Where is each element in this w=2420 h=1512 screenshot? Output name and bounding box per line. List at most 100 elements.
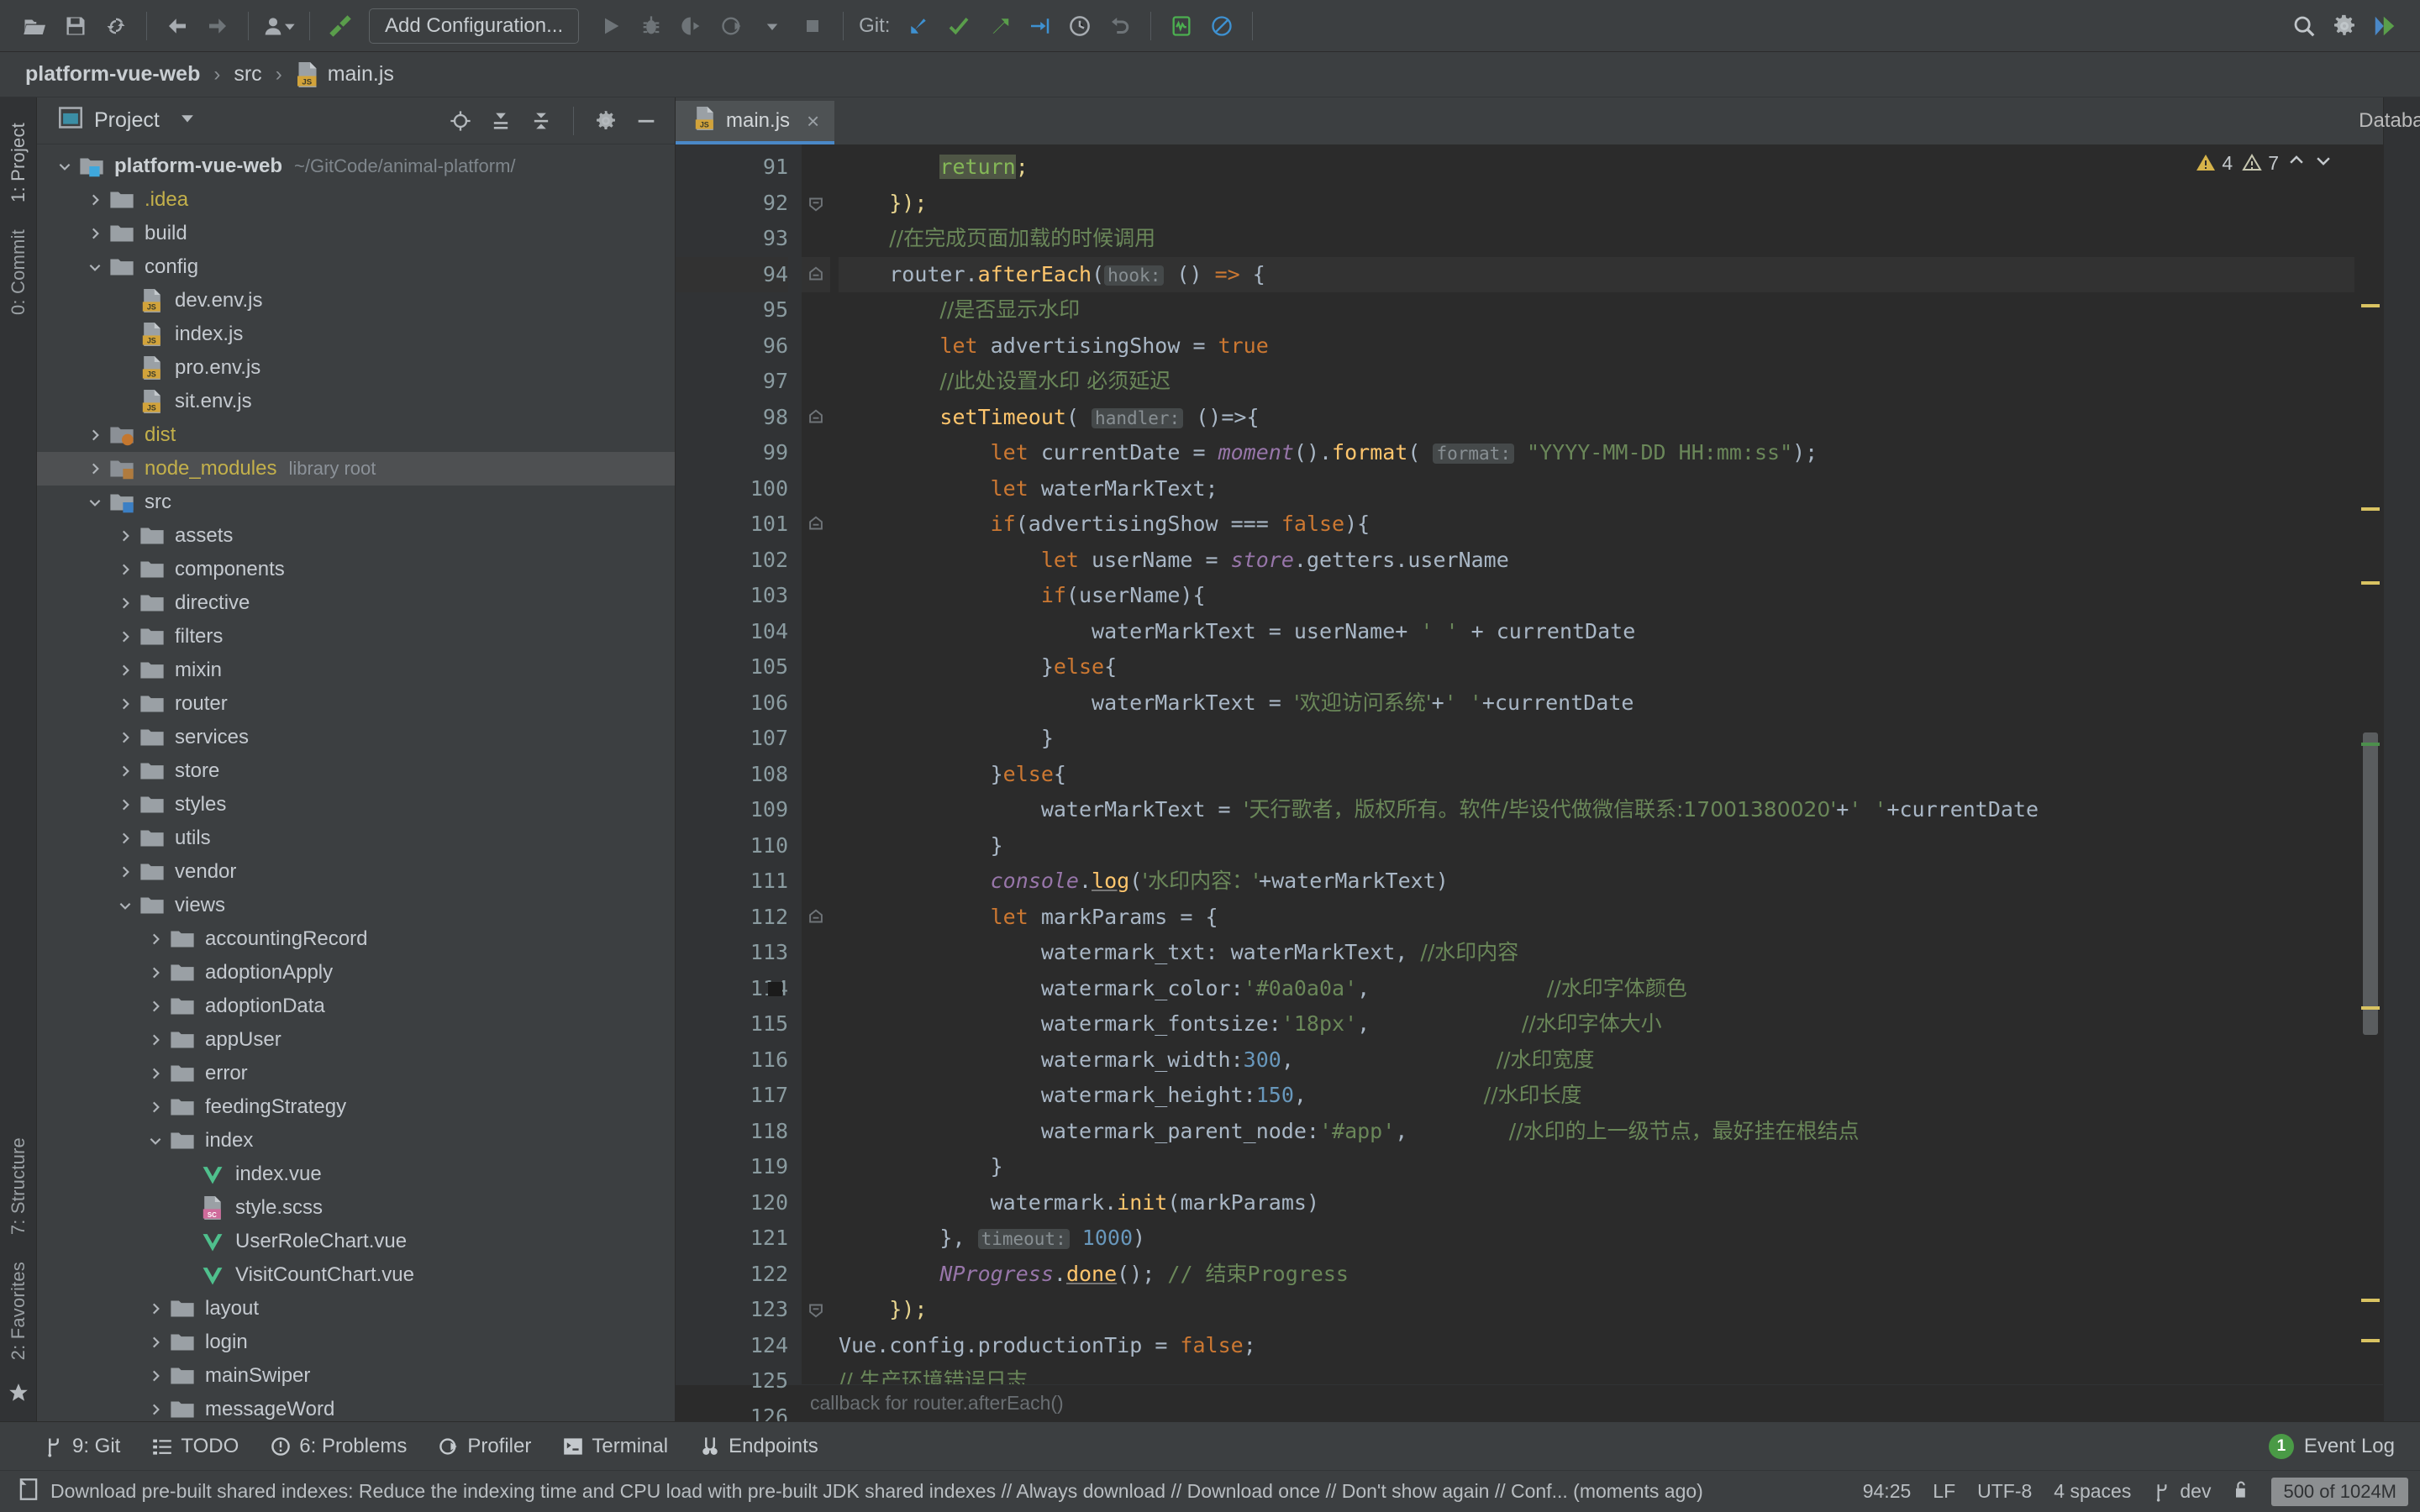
code-line[interactable]: // 生产环境错误日志 [839, 1363, 2354, 1384]
read-only-lock-icon[interactable] [2233, 1479, 2249, 1504]
chevron-right-icon[interactable] [143, 1335, 168, 1350]
tree-row[interactable]: accountingRecord [37, 922, 675, 956]
tree-row[interactable]: store [37, 754, 675, 788]
fold-marker[interactable] [802, 864, 830, 900]
tool-window-endpoints[interactable]: Endpoints [700, 1435, 818, 1458]
tree-row[interactable]: index [37, 1124, 675, 1158]
code-line[interactable]: if(userName){ [839, 578, 2354, 614]
code-line[interactable]: let currentDate = moment().format( forma… [839, 435, 2354, 471]
chevron-right-icon[interactable] [113, 797, 138, 812]
fold-marker[interactable] [802, 1221, 830, 1257]
expand-all-icon[interactable] [482, 102, 519, 139]
chevron-right-icon[interactable] [113, 596, 138, 611]
tool-window-git[interactable]: 9: Git [44, 1435, 120, 1458]
code-line[interactable]: Vue.config.productionTip = false; [839, 1328, 2354, 1364]
tree-row[interactable]: VisitCountChart.vue [37, 1258, 675, 1292]
status-message[interactable]: Download pre-built shared indexes: Reduc… [50, 1480, 1703, 1503]
code-line[interactable]: watermark_height:150, //水印长度 [839, 1078, 2354, 1114]
event-log-button[interactable]: 1 Event Log [2268, 1433, 2395, 1459]
debug-icon[interactable] [631, 8, 671, 45]
code-line[interactable]: }, timeout: 1000) [839, 1221, 2354, 1257]
tree-row[interactable]: platform-vue-web ~/GitCode/animal-platfor… [37, 150, 675, 183]
code-line[interactable]: if(advertisingShow === false){ [839, 507, 2354, 543]
run-icon[interactable] [591, 8, 631, 45]
tree-row[interactable]: node_modules library root [37, 452, 675, 486]
tree-row[interactable]: error [37, 1057, 675, 1090]
fold-marker[interactable] [802, 328, 830, 365]
collapse-all-icon[interactable] [523, 102, 560, 139]
locate-icon[interactable] [442, 102, 479, 139]
caret-position[interactable]: 94:25 [1863, 1480, 1912, 1503]
tab-main-js[interactable]: JS main.js × [676, 101, 835, 144]
code-line[interactable]: //是否显示水印 [839, 292, 2354, 328]
tree-row[interactable]: build [37, 217, 675, 250]
fold-marker[interactable] [802, 971, 830, 1007]
code-line[interactable]: let advertisingShow = true [839, 328, 2354, 365]
dropdown-icon[interactable] [752, 8, 792, 45]
tree-row[interactable]: JS dev.env.js [37, 284, 675, 318]
open-folder-icon[interactable] [15, 8, 55, 45]
code-line[interactable]: //此处设置水印 必须延迟 [839, 364, 2354, 400]
code-line[interactable]: waterMarkText = userName+ ' ' + currentD… [839, 614, 2354, 650]
commit-icon[interactable] [939, 8, 979, 45]
tool-window-profiler[interactable]: Profiler [439, 1435, 531, 1458]
tree-row[interactable]: router [37, 687, 675, 721]
git-branch-widget[interactable]: dev [2153, 1480, 2211, 1503]
tree-row[interactable]: mainSwiper [37, 1359, 675, 1393]
sidebar-item-commit[interactable]: 0: Commit [8, 229, 29, 315]
history-icon[interactable] [1060, 8, 1100, 45]
scrollbar-thumb[interactable] [2363, 732, 2378, 1035]
tree-row[interactable]: dist [37, 418, 675, 452]
tree-row[interactable]: .idea [37, 183, 675, 217]
code-line[interactable]: }); [839, 186, 2354, 222]
tree-row[interactable]: adoptionApply [37, 956, 675, 990]
chevron-right-icon[interactable] [113, 528, 138, 543]
inspect-icon[interactable] [1161, 8, 1202, 45]
sidebar-item-structure[interactable]: 7: Structure [8, 1137, 29, 1235]
code-line[interactable]: }); [839, 1292, 2354, 1328]
code-line[interactable]: watermark_color:'#0a0a0a', //水印字体颜色 [839, 971, 2354, 1007]
tree-row[interactable]: utils [37, 822, 675, 855]
chevron-down-icon[interactable] [2314, 151, 2333, 175]
breakpoint-marker[interactable] [768, 981, 782, 996]
code-line[interactable]: console.log('水印内容：'+waterMarkText) [839, 864, 2354, 900]
fold-marker[interactable] [802, 614, 830, 650]
tree-row[interactable]: mixin [37, 654, 675, 687]
fold-marker[interactable] [802, 935, 830, 971]
fold-marker[interactable] [802, 792, 830, 828]
code-line[interactable]: let userName = store.getters.userName [839, 543, 2354, 579]
code-line[interactable]: watermark_fontsize:'18px', //水印字体大小 [839, 1006, 2354, 1042]
tree-row[interactable]: src [37, 486, 675, 519]
chevron-right-icon[interactable] [113, 696, 138, 711]
chevron-down-icon[interactable] [178, 108, 197, 133]
chevron-right-icon[interactable] [143, 1032, 168, 1047]
chevron-down-icon[interactable] [143, 1133, 168, 1148]
fold-marker[interactable] [802, 471, 830, 507]
chevron-down-icon[interactable] [113, 898, 138, 913]
chevron-right-icon[interactable] [143, 1368, 168, 1383]
fold-marker[interactable] [802, 649, 830, 685]
fold-marker[interactable] [802, 256, 830, 292]
chevron-right-icon[interactable] [113, 629, 138, 644]
tree-row[interactable]: JS sit.env.js [37, 385, 675, 418]
source-code[interactable]: return; }); //在完成页面加载的时候调用 router.afterE… [830, 144, 2354, 1384]
fold-marker[interactable] [802, 400, 830, 436]
fold-marker[interactable] [802, 186, 830, 222]
code-line[interactable]: watermark_width:300, //水印宽度 [839, 1042, 2354, 1079]
fold-marker[interactable] [802, 543, 830, 579]
sidebar-item-database[interactable]: Database [2359, 109, 2420, 133]
fold-marker[interactable] [802, 685, 830, 722]
code-line[interactable]: watermark_txt: waterMarkText, //水印内容 [839, 935, 2354, 971]
tree-row[interactable]: feedingStrategy [37, 1090, 675, 1124]
notification-icon[interactable] [18, 1478, 39, 1505]
tree-row[interactable]: index.vue [37, 1158, 675, 1191]
code-line[interactable]: NProgress.done(); // 结束Progress [839, 1257, 2354, 1293]
close-icon[interactable]: × [807, 108, 819, 134]
tool-window-problems[interactable]: 6: Problems [271, 1435, 407, 1458]
chevron-right-icon[interactable] [82, 461, 108, 476]
fold-marker[interactable] [802, 507, 830, 543]
code-line[interactable]: router.afterEach(hook: () => { [839, 256, 2354, 292]
tree-row[interactable]: adoptionData [37, 990, 675, 1023]
tree-row[interactable]: vendor [37, 855, 675, 889]
add-configuration-button[interactable]: Add Configuration... [369, 8, 580, 44]
